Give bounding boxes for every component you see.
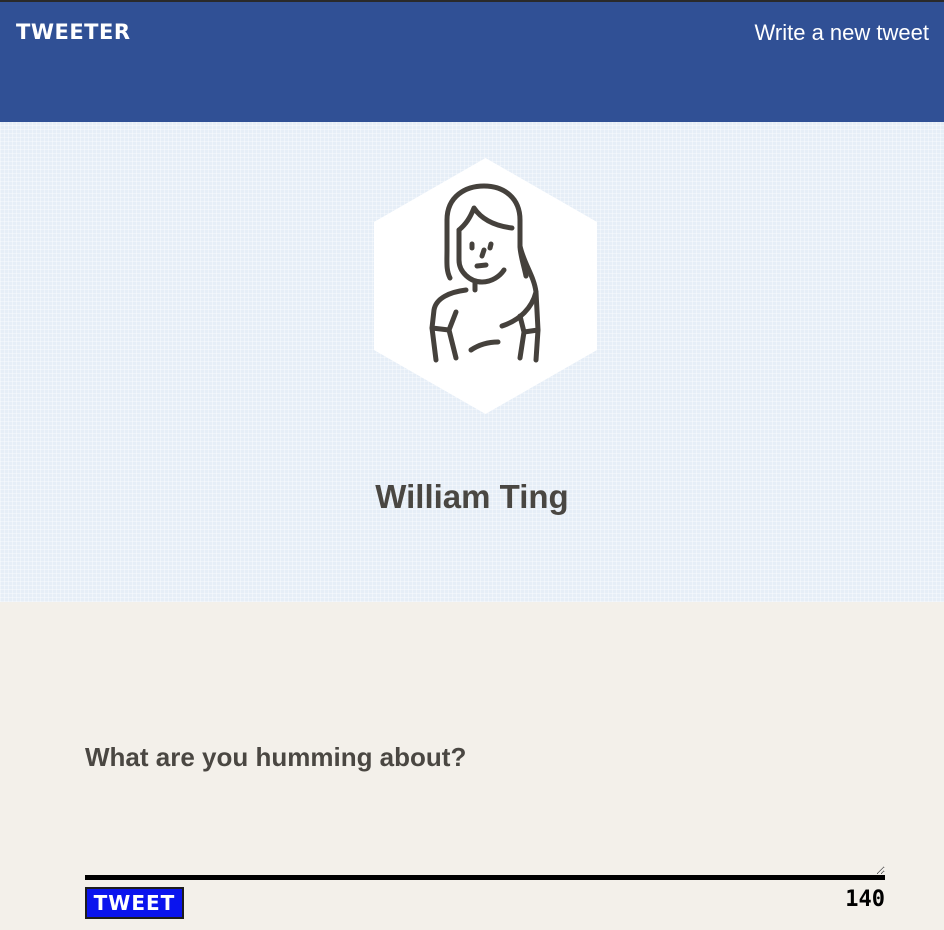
character-counter: 140 [845, 887, 885, 912]
profile-name: William Ting [375, 478, 569, 515]
compose-section: What are you humming about? TWEET 140 [0, 602, 944, 930]
tweet-textarea[interactable] [85, 790, 885, 880]
user-avatar-icon [374, 158, 597, 414]
brand-logo[interactable]: TWEETER [16, 18, 131, 46]
write-tweet-link[interactable]: Write a new tweet [755, 19, 929, 47]
compose-prompt: What are you humming about? [85, 742, 467, 772]
avatar-hexagon [374, 158, 597, 414]
top-navbar: TWEETER Write a new tweet [0, 0, 944, 122]
tweet-button[interactable]: TWEET [85, 887, 184, 919]
profile-header: William Ting [0, 122, 944, 602]
